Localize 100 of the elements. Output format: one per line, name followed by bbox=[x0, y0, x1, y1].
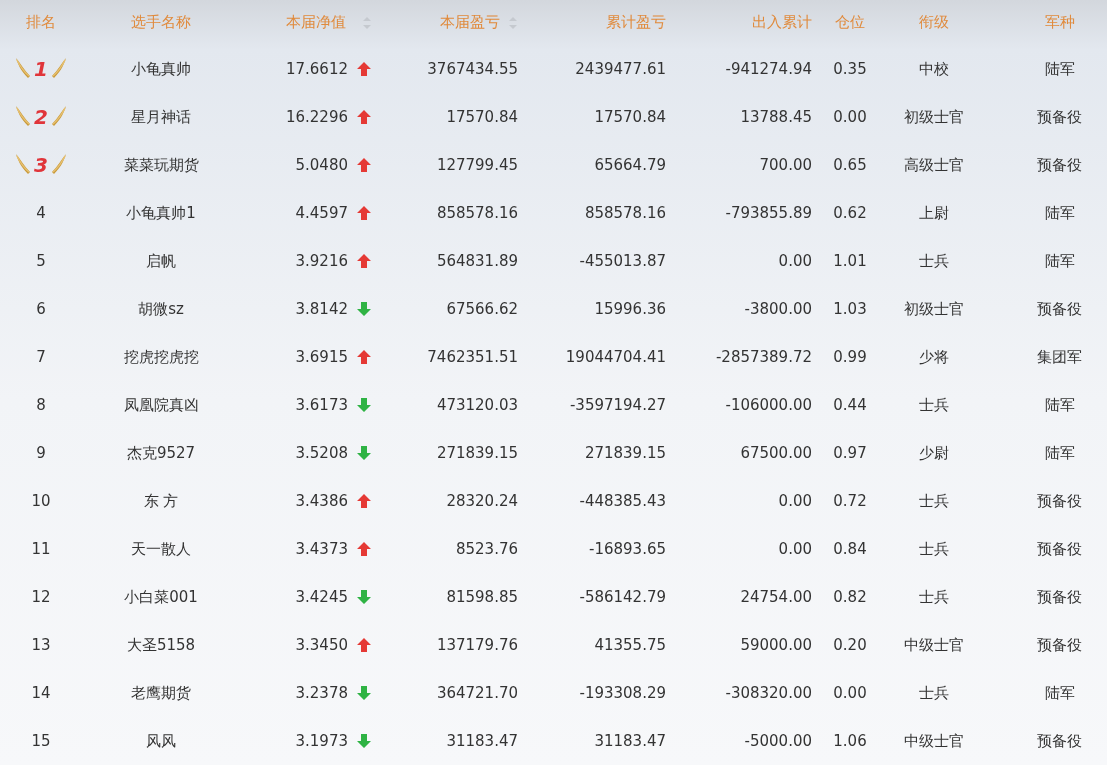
period-profit: 8523.76 bbox=[455, 540, 518, 558]
total-profit: -448385.43 bbox=[579, 492, 666, 510]
rank-title: 士兵 bbox=[919, 587, 949, 607]
cash-flow-total: 0.00 bbox=[778, 540, 812, 558]
rank-number: 3 bbox=[34, 153, 48, 177]
cash-flow-total: -3800.00 bbox=[744, 300, 812, 318]
period-profit: 127799.45 bbox=[436, 156, 518, 174]
service-branch: 陆军 bbox=[1044, 683, 1075, 703]
player-name: 挖虎挖虎挖 bbox=[123, 347, 199, 367]
cash-flow-total: 0.00 bbox=[778, 252, 812, 270]
total-profit: -455013.87 bbox=[579, 252, 666, 270]
total-profit: 65664.79 bbox=[594, 156, 666, 174]
rank-number: 14 bbox=[31, 684, 51, 702]
column-header: 衔级 bbox=[919, 13, 949, 32]
period-profit: 7462351.51 bbox=[427, 348, 518, 366]
player-name: 胡微sz bbox=[138, 299, 184, 319]
rank-title: 士兵 bbox=[919, 251, 949, 271]
rank-title: 初级士官 bbox=[904, 299, 964, 319]
rank-number: 2 bbox=[34, 105, 48, 129]
total-profit: -3597194.27 bbox=[569, 396, 666, 414]
period-profit: 81598.85 bbox=[446, 588, 518, 606]
net-value: 3.5208 bbox=[295, 444, 348, 462]
period-profit: 564831.89 bbox=[436, 252, 518, 270]
net-value: 3.6173 bbox=[295, 396, 348, 414]
total-profit: 41355.75 bbox=[594, 636, 666, 654]
cash-flow-total: 67500.00 bbox=[740, 444, 812, 462]
total-profit: 858578.16 bbox=[584, 204, 666, 222]
rank-title: 少将 bbox=[919, 347, 949, 367]
rank-number: 4 bbox=[36, 204, 46, 222]
position-ratio: 0.99 bbox=[833, 348, 867, 366]
column-header: 出入累计 bbox=[752, 13, 812, 32]
player-name: 启帆 bbox=[146, 251, 176, 271]
player-name: 风风 bbox=[146, 731, 176, 751]
total-profit: -586142.79 bbox=[579, 588, 666, 606]
column-header: 排名 bbox=[26, 13, 56, 32]
period-profit: 364721.70 bbox=[436, 684, 518, 702]
total-profit: -193308.29 bbox=[579, 684, 666, 702]
service-branch: 陆军 bbox=[1044, 203, 1075, 223]
position-ratio: 1.06 bbox=[833, 732, 867, 750]
period-profit: 3767434.55 bbox=[427, 60, 518, 78]
total-profit: 15996.36 bbox=[594, 300, 666, 318]
net-value: 3.2378 bbox=[295, 684, 348, 702]
cash-flow-total: -5000.00 bbox=[744, 732, 812, 750]
service-branch: 预备役 bbox=[1037, 299, 1082, 319]
rank-title: 中级士官 bbox=[904, 731, 964, 751]
position-ratio: 0.84 bbox=[833, 540, 867, 558]
rank-title: 高级士官 bbox=[904, 155, 964, 175]
period-profit: 858578.16 bbox=[436, 204, 518, 222]
service-branch: 预备役 bbox=[1037, 731, 1082, 751]
period-profit: 473120.03 bbox=[436, 396, 518, 414]
player-name: 星月神话 bbox=[131, 107, 191, 127]
period-profit: 31183.47 bbox=[446, 732, 518, 750]
player-name: 大圣5158 bbox=[126, 635, 196, 655]
player-name: 小龟真帅1 bbox=[126, 203, 196, 223]
position-ratio: 1.03 bbox=[833, 300, 867, 318]
cash-flow-total: 59000.00 bbox=[740, 636, 812, 654]
cash-flow-total: -308320.00 bbox=[725, 684, 812, 702]
cash-flow-total: -106000.00 bbox=[725, 396, 812, 414]
rank-title: 士兵 bbox=[919, 539, 949, 559]
rank-title: 士兵 bbox=[919, 395, 949, 415]
rank-number: 11 bbox=[31, 540, 51, 558]
net-value: 4.4597 bbox=[295, 204, 348, 222]
column-header: 仓位 bbox=[835, 13, 865, 32]
player-name: 杰克9527 bbox=[126, 443, 196, 463]
rank-title: 少尉 bbox=[919, 443, 949, 463]
player-name: 菜菜玩期货 bbox=[123, 155, 199, 175]
cash-flow-total: -2857389.72 bbox=[715, 348, 812, 366]
position-ratio: 0.82 bbox=[833, 588, 867, 606]
service-branch: 预备役 bbox=[1037, 587, 1082, 607]
cash-flow-total: 700.00 bbox=[759, 156, 812, 174]
position-ratio: 0.00 bbox=[833, 108, 867, 126]
rank-number: 9 bbox=[36, 444, 46, 462]
rank-number: 13 bbox=[31, 636, 51, 654]
total-profit: 17570.84 bbox=[594, 108, 666, 126]
period-profit: 28320.24 bbox=[446, 492, 518, 510]
service-branch: 陆军 bbox=[1044, 251, 1075, 271]
rank-number: 12 bbox=[31, 588, 51, 606]
column-header: 选手名称 bbox=[131, 13, 191, 32]
net-value: 3.4373 bbox=[295, 540, 348, 558]
rank-title: 初级士官 bbox=[904, 107, 964, 127]
service-branch: 预备役 bbox=[1037, 635, 1082, 655]
service-branch: 预备役 bbox=[1037, 107, 1082, 127]
player-name: 小龟真帅 bbox=[131, 59, 191, 79]
period-profit: 17570.84 bbox=[446, 108, 518, 126]
rank-title: 中校 bbox=[919, 59, 949, 79]
position-ratio: 0.72 bbox=[833, 492, 867, 510]
rank-title: 士兵 bbox=[919, 491, 949, 511]
net-value: 3.6915 bbox=[295, 348, 348, 366]
position-ratio: 1.01 bbox=[833, 252, 867, 270]
total-profit: 19044704.41 bbox=[565, 348, 666, 366]
service-branch: 预备役 bbox=[1037, 539, 1082, 559]
position-ratio: 0.65 bbox=[833, 156, 867, 174]
column-header: 本届净值 bbox=[286, 13, 346, 32]
rank-number: 15 bbox=[31, 732, 51, 750]
position-ratio: 0.00 bbox=[833, 684, 867, 702]
service-branch: 陆军 bbox=[1044, 59, 1075, 79]
player-name: 凤凰院真凶 bbox=[123, 395, 199, 415]
net-value: 17.6612 bbox=[285, 60, 348, 78]
net-value: 5.0480 bbox=[295, 156, 348, 174]
rank-number: 5 bbox=[36, 252, 46, 270]
